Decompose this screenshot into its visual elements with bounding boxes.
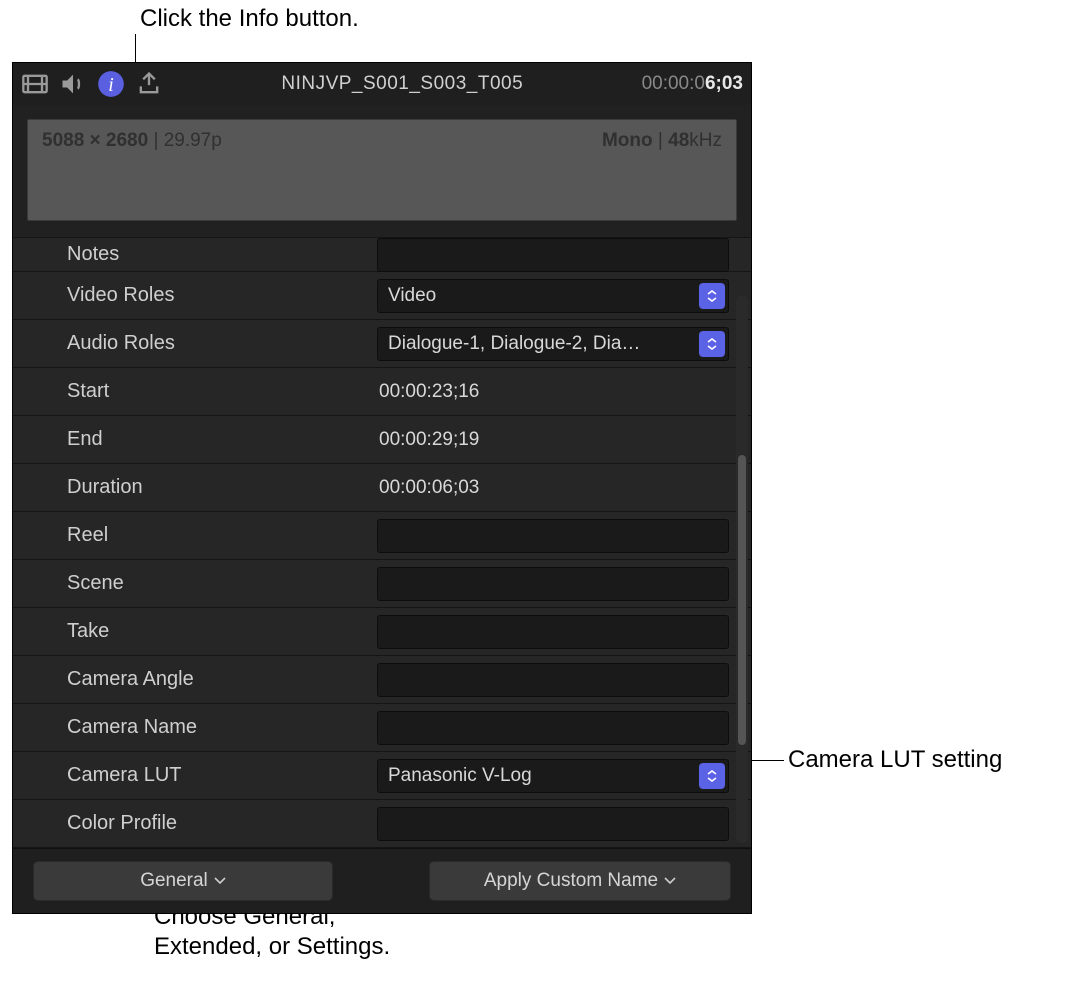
- row-duration: Duration 00:00:06;03: [13, 464, 751, 512]
- timecode-display: 00:00:06;03: [642, 73, 743, 95]
- row-camera-lut: Camera LUT Panasonic V-Log: [13, 752, 751, 800]
- label-camera-name: Camera Name: [67, 716, 377, 739]
- clip-title: NINJVP_S001_S003_T005: [173, 73, 632, 95]
- summary-audio-unit: kHz: [689, 130, 722, 151]
- chevron-updown-icon: [699, 763, 725, 789]
- row-camera-name: Camera Name: [13, 704, 751, 752]
- summary-fps: 29.97p: [164, 130, 222, 151]
- label-scene: Scene: [67, 572, 377, 595]
- view-menu-label: General: [140, 870, 208, 892]
- summary-audio-rate: 48: [668, 130, 689, 151]
- summary-video: 5088 × 2680 | 29.97p: [42, 130, 222, 210]
- input-take[interactable]: [377, 615, 729, 649]
- svg-text:i: i: [108, 74, 114, 96]
- label-duration: Duration: [67, 476, 377, 499]
- metadata-view-menu[interactable]: General: [33, 861, 333, 901]
- select-camera-lut[interactable]: Panasonic V-Log: [377, 759, 729, 793]
- input-camera-name[interactable]: [377, 711, 729, 745]
- inspector-panel: i NINJVP_S001_S003_T005 00:00:06;03 5088…: [12, 62, 752, 914]
- label-color-profile: Color Profile: [67, 812, 377, 835]
- input-notes[interactable]: [377, 238, 729, 272]
- value-duration: 00:00:06;03: [377, 477, 751, 499]
- audio-tab-icon[interactable]: [59, 70, 87, 98]
- chevron-down-icon: [214, 877, 226, 885]
- info-tab-icon[interactable]: i: [97, 70, 125, 98]
- summary-resolution: 5088 × 2680: [42, 130, 148, 151]
- input-scene[interactable]: [377, 567, 729, 601]
- summary-audio-channels: Mono: [602, 130, 653, 151]
- label-start: Start: [67, 380, 377, 403]
- input-color-profile[interactable]: [377, 807, 729, 841]
- label-video-roles: Video Roles: [67, 284, 377, 307]
- timecode-white: 6;03: [705, 73, 743, 95]
- label-reel: Reel: [67, 524, 377, 547]
- inspector-tabs: i NINJVP_S001_S003_T005 00:00:06;03: [13, 63, 751, 105]
- input-reel[interactable]: [377, 519, 729, 553]
- row-take: Take: [13, 608, 751, 656]
- share-tab-icon[interactable]: [135, 70, 163, 98]
- chevron-updown-icon: [699, 331, 725, 357]
- clip-summary: 5088 × 2680 | 29.97p Mono | 48kHz: [27, 119, 737, 221]
- callout-info-button: Click the Info button.: [140, 4, 359, 34]
- callout-camera-lut: Camera LUT setting: [788, 745, 1002, 775]
- row-audio-roles: Audio Roles Dialogue-1, Dialogue-2, Dia…: [13, 320, 751, 368]
- value-start: 00:00:23;16: [377, 381, 751, 403]
- row-reel: Reel: [13, 512, 751, 560]
- inspector-footer: General Apply Custom Name: [13, 848, 751, 913]
- label-audio-roles: Audio Roles: [67, 332, 377, 355]
- summary-audio: Mono | 48kHz: [602, 130, 722, 210]
- apply-name-label: Apply Custom Name: [484, 870, 658, 892]
- row-end: End 00:00:29;19: [13, 416, 751, 464]
- chevron-updown-icon: [699, 283, 725, 309]
- row-color-profile: Color Profile: [13, 800, 751, 848]
- row-notes: Notes: [13, 238, 751, 272]
- scrollbar-thumb[interactable]: [738, 455, 746, 745]
- label-camera-lut: Camera LUT: [67, 764, 377, 787]
- timecode-gray: 00:00:0: [642, 73, 705, 95]
- select-video-roles[interactable]: Video: [377, 279, 729, 313]
- select-audio-roles[interactable]: Dialogue-1, Dialogue-2, Dia…: [377, 327, 729, 361]
- label-take: Take: [67, 620, 377, 643]
- row-camera-angle: Camera Angle: [13, 656, 751, 704]
- value-end: 00:00:29;19: [377, 429, 751, 451]
- label-notes: Notes: [67, 243, 377, 266]
- input-camera-angle[interactable]: [377, 663, 729, 697]
- label-end: End: [67, 428, 377, 451]
- apply-custom-name-menu[interactable]: Apply Custom Name: [429, 861, 731, 901]
- row-scene: Scene: [13, 560, 751, 608]
- row-start: Start 00:00:23;16: [13, 368, 751, 416]
- info-list: Notes Video Roles Video Audio Roles Dial…: [13, 237, 751, 848]
- video-tab-icon[interactable]: [21, 70, 49, 98]
- label-camera-angle: Camera Angle: [67, 668, 377, 691]
- scrollbar[interactable]: [736, 295, 748, 843]
- row-video-roles: Video Roles Video: [13, 272, 751, 320]
- chevron-down-icon: [664, 877, 676, 885]
